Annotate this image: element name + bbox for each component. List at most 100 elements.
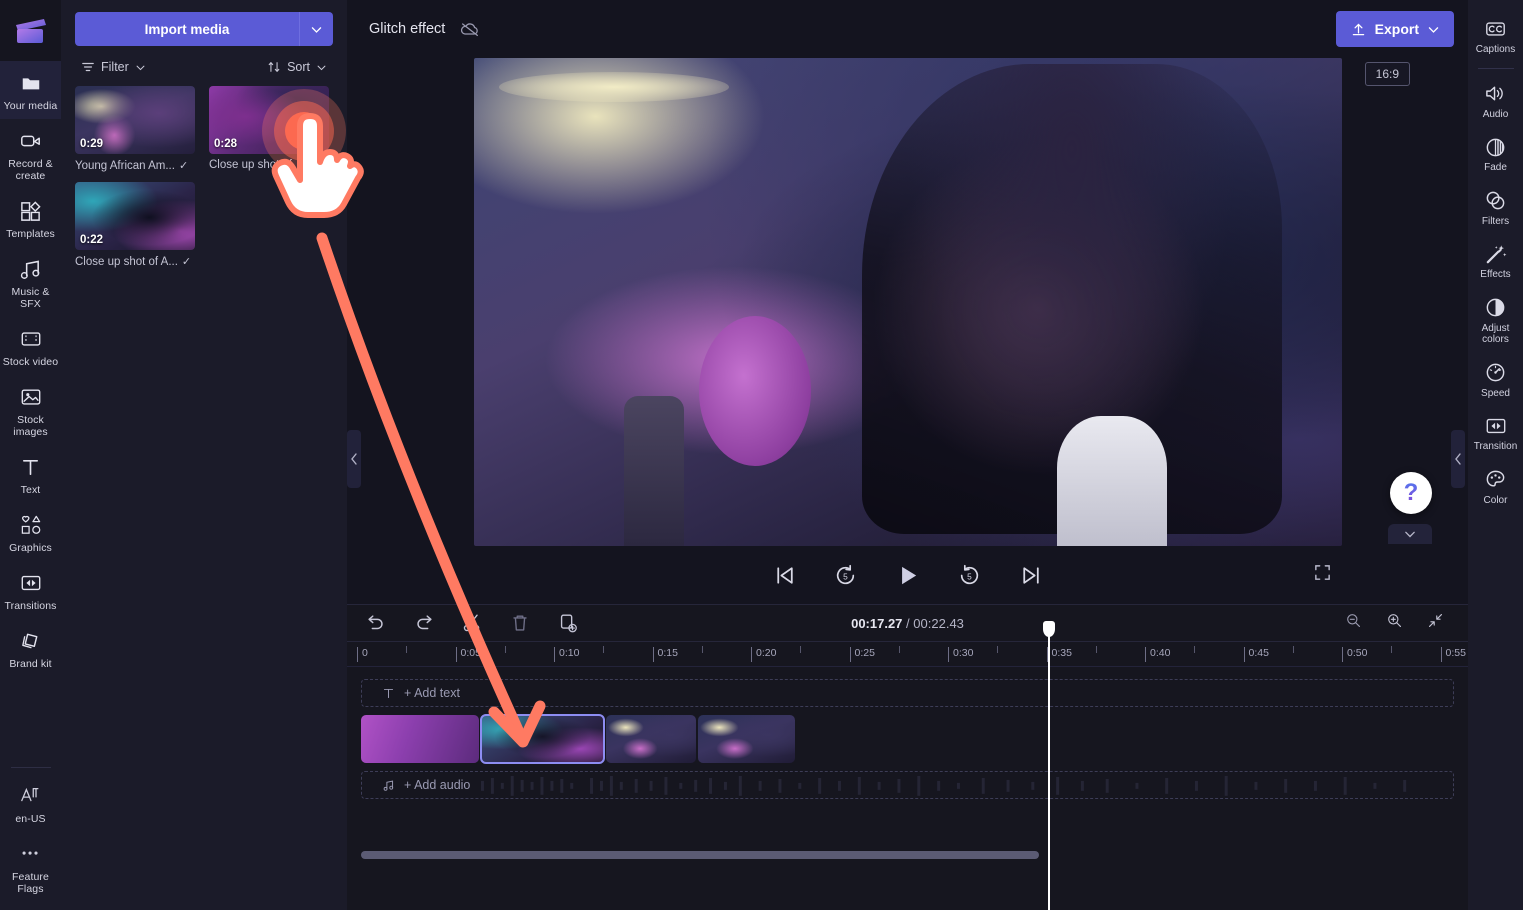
properties-item-transition[interactable]: Transition [1468, 405, 1523, 459]
sidebar-item-stock-video[interactable]: Stock video [0, 317, 61, 375]
video-preview[interactable] [473, 58, 1342, 546]
import-media-button[interactable]: Import media [75, 12, 299, 46]
timeline-horizontal-scrollbar[interactable] [361, 851, 1454, 859]
properties-item-label: Captions [1475, 44, 1516, 55]
fit-to-screen-button[interactable] [1427, 612, 1444, 634]
closed-captions-icon [1486, 22, 1505, 36]
playhead-handle[interactable] [1043, 621, 1055, 637]
chevron-down-icon [317, 65, 326, 70]
sidebar-item-your-media[interactable]: Your media [0, 61, 61, 119]
properties-item-captions[interactable]: Captions [1468, 8, 1523, 62]
sidebar-item-record-create[interactable]: Record & create [0, 119, 61, 189]
split-scissors-icon [463, 614, 480, 632]
properties-item-audio[interactable]: Audio [1468, 73, 1523, 127]
zoom-out-button[interactable] [1345, 612, 1362, 634]
properties-item-label: Filters [1481, 215, 1510, 227]
media-thumbnail[interactable]: 0:22 [75, 182, 195, 250]
clipchamp-editor: Your media Record & create Templates Mus… [0, 0, 1523, 910]
delete-button[interactable] [509, 612, 531, 634]
collapse-left-panel-button[interactable] [347, 430, 361, 488]
properties-item-speed[interactable]: Speed [1468, 352, 1523, 406]
filter-button[interactable]: Filter [81, 60, 146, 74]
properties-item-effects[interactable]: Effects [1468, 233, 1523, 287]
sort-button[interactable]: Sort [267, 60, 327, 74]
zoom-in-button[interactable] [1386, 612, 1403, 634]
ruler-tick-label: 0:10 [559, 647, 580, 659]
zoom-out-icon [1347, 614, 1361, 628]
closed-captions-icon [1484, 17, 1507, 41]
app-logo[interactable] [0, 0, 61, 61]
media-thumbnail[interactable]: 0:29 [75, 86, 195, 154]
sidebar-item-feature-flags[interactable]: Feature Flags [0, 832, 61, 902]
aspect-ratio-badge[interactable]: 16:9 [1364, 62, 1410, 86]
language-icon [19, 783, 42, 809]
add-text-track-button[interactable]: + Add text [361, 679, 1454, 707]
music-note-icon [20, 260, 40, 279]
scrollbar-thumb[interactable] [361, 851, 1039, 859]
play-button[interactable] [894, 562, 921, 588]
upload-arrow-icon [1352, 23, 1364, 35]
help-button[interactable]: ? [1390, 472, 1432, 514]
sort-arrows-icon [268, 62, 280, 72]
palette-icon [1486, 470, 1505, 487]
left-navigation-rail: Your media Record & create Templates Mus… [0, 0, 61, 910]
forward-5-seconds-button[interactable]: 5 [957, 563, 982, 588]
media-thumbnail[interactable]: 0:28 [209, 86, 329, 154]
sidebar-item-music-sfx[interactable]: Music & SFX [0, 247, 61, 317]
audio-waveform [480, 775, 1407, 796]
skip-to-start-button[interactable] [772, 563, 797, 588]
timeline-clip[interactable] [606, 715, 696, 763]
add-text-label: + Add text [404, 686, 460, 700]
collapse-right-panel-button[interactable] [1451, 430, 1465, 488]
project-title[interactable]: Glitch effect [369, 21, 445, 37]
fullscreen-button[interactable] [1313, 563, 1332, 587]
ruler-tick-label: 0:50 [1347, 647, 1368, 659]
sidebar-item-transitions[interactable]: Transitions [0, 561, 61, 619]
media-meta: Close up shot of A... ✓ [75, 255, 195, 269]
properties-item-fade[interactable]: Fade [1468, 126, 1523, 180]
media-duration: 0:22 [80, 234, 104, 246]
timeline-playhead[interactable] [1043, 621, 1055, 910]
properties-item-adjust-colors[interactable]: Adjust colors [1468, 287, 1523, 352]
magic-wand-icon [1484, 242, 1507, 266]
sidebar-item-stock-images[interactable]: Stock images [0, 375, 61, 445]
media-item[interactable]: 0:29 Young African Am... ✓ [75, 86, 195, 172]
export-button[interactable]: Export [1335, 11, 1454, 47]
skip-to-end-button[interactable] [1018, 563, 1043, 588]
sidebar-item-graphics[interactable]: Graphics [0, 503, 61, 561]
timeline-clip[interactable] [480, 714, 605, 764]
language-icon [21, 787, 39, 802]
properties-item-label: Transition [1473, 441, 1518, 452]
undo-button[interactable] [365, 612, 387, 634]
timeline-clip[interactable] [698, 715, 795, 763]
sidebar-item-brand-kit[interactable]: Brand kit [0, 619, 61, 677]
media-item[interactable]: 0:28 Close up shot of [209, 86, 329, 172]
media-meta: Young African Am... ✓ [75, 159, 195, 173]
rewind-5-seconds-button[interactable]: 5 [833, 563, 858, 588]
import-media-dropdown-button[interactable] [299, 12, 333, 46]
timeline-collapse-button[interactable] [1388, 524, 1432, 544]
play-icon [902, 566, 917, 585]
media-item[interactable]: 0:22 Close up shot of A... ✓ [75, 182, 195, 268]
chevron-down-icon [1405, 531, 1415, 538]
duplicate-button[interactable] [557, 612, 579, 634]
sidebar-item-en-us[interactable]: en-US [0, 774, 61, 832]
cloud-off-icon[interactable] [459, 18, 481, 40]
timeline-ruler[interactable]: 0 0:05 0:10 0:15 0:20 0:25 0:30 0:35 0:40 0:45 0:5… [347, 641, 1468, 667]
duplicate-icon [560, 614, 577, 633]
sidebar-item-label: Record & create [8, 158, 53, 182]
contrast-icon [1486, 298, 1505, 317]
sidebar-item-text[interactable]: Text [0, 445, 61, 503]
templates-icon [21, 200, 41, 221]
add-audio-track-button[interactable]: + Add audio [361, 771, 1454, 799]
redo-button[interactable] [413, 612, 435, 634]
properties-item-filters[interactable]: Filters [1468, 180, 1523, 234]
properties-item-color[interactable]: Color [1468, 459, 1523, 513]
sidebar-item-label: Your media [3, 100, 58, 112]
sidebar-item-templates[interactable]: Templates [0, 189, 61, 247]
timeline-clip[interactable] [361, 715, 479, 763]
ellipsis-icon [22, 851, 38, 855]
split-button[interactable] [461, 612, 483, 634]
fade-icon [1486, 138, 1505, 156]
svg-text:5: 5 [967, 571, 972, 581]
